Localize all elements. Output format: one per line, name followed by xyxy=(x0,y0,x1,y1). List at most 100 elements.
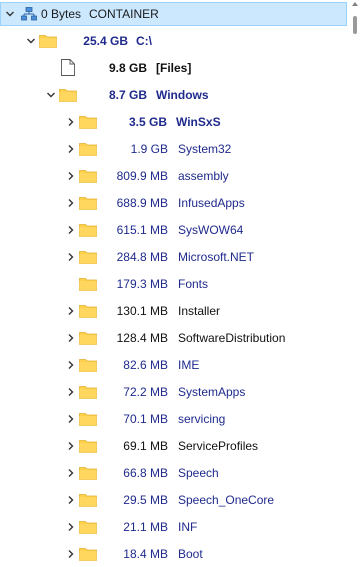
node-size: 1.9 GB xyxy=(130,142,168,156)
folder-icon xyxy=(79,358,97,372)
tree-row-child[interactable]: 69.1 MB ServiceProfiles xyxy=(0,434,347,458)
folder-tree[interactable]: 0 Bytes CONTAINER 25.4 GB C:\ 9.8 GB [Fi… xyxy=(0,0,347,567)
chevron-right-icon[interactable] xyxy=(66,306,76,316)
node-name: [Files] xyxy=(156,61,192,75)
tree-row-child[interactable]: 70.1 MB servicing xyxy=(0,407,347,431)
chevron-right-icon[interactable] xyxy=(66,171,76,181)
node-size: 70.1 MB xyxy=(123,412,168,426)
node-name: WinSxS xyxy=(176,115,221,129)
chevron-right-icon[interactable] xyxy=(66,360,76,370)
folder-icon xyxy=(79,466,97,480)
tree-row-child[interactable]: 688.9 MB InfusedApps xyxy=(0,191,347,215)
node-name: Speech_OneCore xyxy=(178,493,275,507)
tree-row-child[interactable]: 615.1 MB SysWOW64 xyxy=(0,218,347,242)
scroll-up-arrow-icon[interactable] xyxy=(352,2,358,6)
tree-row-child[interactable]: 66.8 MB Speech xyxy=(0,461,347,485)
chevron-down-icon[interactable] xyxy=(26,36,36,46)
folder-icon xyxy=(79,412,97,426)
network-drive-icon xyxy=(21,7,37,21)
chevron-down-icon[interactable] xyxy=(46,90,56,100)
tree-row-files[interactable]: 9.8 GB [Files] xyxy=(0,56,347,80)
chevron-right-icon[interactable] xyxy=(66,198,76,208)
node-name: IME xyxy=(178,358,200,372)
node-size: 809.9 MB xyxy=(116,169,168,183)
node-name: Windows xyxy=(156,88,209,102)
node-size: 29.5 MB xyxy=(123,493,168,507)
chevron-right-icon[interactable] xyxy=(66,117,76,127)
folder-icon xyxy=(79,169,97,183)
node-size: 130.1 MB xyxy=(116,304,168,318)
node-size: 66.8 MB xyxy=(123,466,168,480)
tree-row-child[interactable]: 809.9 MB assembly xyxy=(0,164,347,188)
node-name: CONTAINER xyxy=(89,7,159,21)
folder-icon xyxy=(79,277,97,291)
tree-row-child[interactable]: 21.1 MB INF xyxy=(0,515,347,539)
node-size: 69.1 MB xyxy=(123,439,168,453)
chevron-right-icon[interactable] xyxy=(66,549,76,559)
chevron-right-icon[interactable] xyxy=(66,333,76,343)
node-name: SoftwareDistribution xyxy=(178,331,286,345)
node-size: 72.2 MB xyxy=(123,385,168,399)
chevron-down-icon[interactable] xyxy=(5,9,15,19)
node-size: 21.1 MB xyxy=(123,520,168,534)
tree-row-child[interactable]: 18.4 MB Boot xyxy=(0,542,347,566)
tree-row-drive-c[interactable]: 25.4 GB C:\ xyxy=(0,29,347,53)
folder-icon xyxy=(79,439,97,453)
tree-row-child[interactable]: 3.5 GB WinSxS xyxy=(0,110,347,134)
node-name: assembly xyxy=(178,169,229,183)
node-size: 615.1 MB xyxy=(116,223,168,237)
chevron-right-icon[interactable] xyxy=(66,441,76,451)
folder-icon xyxy=(79,142,97,156)
tree-row-container[interactable]: 0 Bytes CONTAINER xyxy=(0,2,347,26)
chevron-right-icon[interactable] xyxy=(66,522,76,532)
chevron-right-icon[interactable] xyxy=(66,495,76,505)
tree-row-child[interactable]: 284.8 MB Microsoft.NET xyxy=(0,245,347,269)
node-size: 128.4 MB xyxy=(116,331,168,345)
tree-row-child[interactable]: 72.2 MB SystemApps xyxy=(0,380,347,404)
tree-row-child[interactable]: 130.1 MB Installer xyxy=(0,299,347,323)
folder-icon xyxy=(79,250,97,264)
node-name: Boot xyxy=(178,547,203,561)
node-name: Installer xyxy=(178,304,221,318)
node-size: 284.8 MB xyxy=(116,250,168,264)
node-name: SystemApps xyxy=(178,385,246,399)
node-name: INF xyxy=(178,520,198,534)
node-name: InfusedApps xyxy=(178,196,245,210)
chevron-right-icon[interactable] xyxy=(66,144,76,154)
node-name: SysWOW64 xyxy=(178,223,244,237)
folder-icon xyxy=(79,115,97,129)
tree-row-child[interactable]: 179.3 MB Fonts xyxy=(0,272,347,296)
tree-row-child[interactable]: 29.5 MB Speech_OneCore xyxy=(0,488,347,512)
chevron-right-icon[interactable] xyxy=(66,468,76,478)
chevron-right-icon[interactable] xyxy=(66,387,76,397)
node-name: System32 xyxy=(178,142,232,156)
node-name: ServiceProfiles xyxy=(178,439,259,453)
node-size: 688.9 MB xyxy=(116,196,168,210)
node-size: 18.4 MB xyxy=(123,547,168,561)
folder-icon xyxy=(39,34,57,48)
tree-row-child[interactable]: 128.4 MB SoftwareDistribution xyxy=(0,326,347,350)
folder-icon xyxy=(79,223,97,237)
scrollbar-thumb[interactable] xyxy=(353,16,357,34)
tree-row-child[interactable]: 82.6 MB IME xyxy=(0,353,347,377)
node-name: Fonts xyxy=(178,277,209,291)
folder-icon xyxy=(79,493,97,507)
folder-icon xyxy=(79,196,97,210)
folder-icon xyxy=(79,520,97,534)
tree-row-child[interactable]: 1.9 GB System32 xyxy=(0,137,347,161)
node-name: Speech xyxy=(178,466,219,480)
node-size: 25.4 GB xyxy=(83,34,128,48)
tree-row-windows[interactable]: 8.7 GB Windows xyxy=(0,83,347,107)
folder-icon xyxy=(79,385,97,399)
folder-icon xyxy=(59,88,77,102)
chevron-right-icon[interactable] xyxy=(66,225,76,235)
node-size: 3.5 GB xyxy=(128,115,167,129)
chevron-right-icon[interactable] xyxy=(66,414,76,424)
node-size: 9.8 GB xyxy=(108,61,147,75)
node-size: 82.6 MB xyxy=(123,358,168,372)
vertical-scrollbar[interactable] xyxy=(347,0,361,567)
node-size: 8.7 GB xyxy=(108,88,147,102)
chevron-right-icon[interactable] xyxy=(66,252,76,262)
node-name: servicing xyxy=(178,412,226,426)
node-size: 0 Bytes xyxy=(41,7,82,21)
